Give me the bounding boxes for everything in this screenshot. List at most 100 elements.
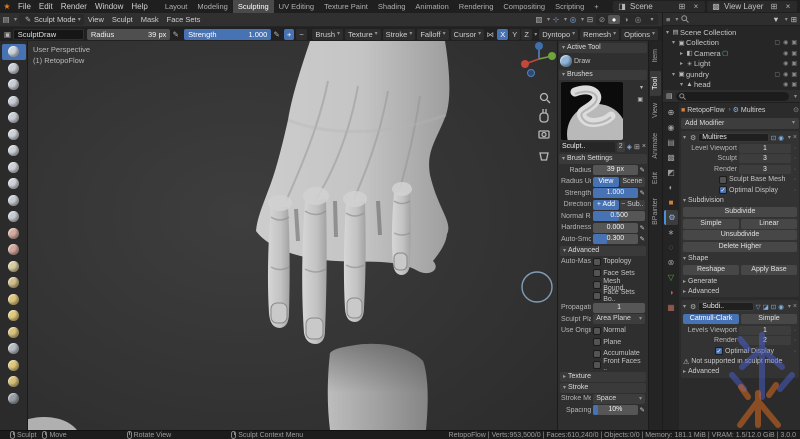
brushes-panel-header[interactable]: ▾Brushes — [559, 70, 647, 80]
head-render-icon[interactable]: ▣ — [791, 81, 797, 88]
direction-subtract-button[interactable]: − — [296, 29, 306, 40]
tool-draw-sharp[interactable] — [2, 61, 26, 77]
subsurf-optimal-display-checkbox[interactable]: ✓ — [715, 347, 723, 355]
active-tool-row[interactable]: Draw — [559, 53, 647, 69]
gundry-hide-icon[interactable]: ◉ — [783, 71, 788, 78]
camera-render-icon[interactable]: ▣ — [791, 50, 797, 57]
subsurf-collapse[interactable]: ▾ — [683, 303, 686, 310]
hardness-field[interactable]: 0.000 — [593, 223, 637, 233]
tab-output[interactable]: ▤ — [664, 135, 678, 150]
outliner-row-gundry[interactable]: ▾▣ gundry ▢◉▣ — [666, 69, 800, 80]
active-tool-panel-header[interactable]: ▾Active Tool — [559, 43, 647, 53]
sculpt-plane-dropdown[interactable]: Area Plane▾ — [593, 314, 645, 324]
outliner-row-camera[interactable]: ▸◧ Camera ▢ ◉▣ — [666, 48, 800, 59]
collection-exclude-checkbox[interactable]: ▢ — [774, 39, 780, 46]
menu-sculpt[interactable]: Sculpt — [108, 15, 137, 24]
tool-multiplane-scrape[interactable] — [2, 259, 26, 275]
workspace-tab-animation[interactable]: Animation — [410, 0, 453, 13]
render-level-field[interactable]: 3 — [739, 165, 791, 174]
stroke-dropdown[interactable]: Stroke▾ — [383, 29, 416, 40]
viewport-3d[interactable]: User Perspective (1) RetopoFlow — [28, 41, 557, 430]
brush-settings-panel-header[interactable]: ▾Brush Settings — [559, 154, 647, 164]
strength-pressure-icon[interactable]: ✎ — [271, 30, 282, 39]
brush-dropdown[interactable]: Brush▾ — [312, 29, 343, 40]
menu-edit[interactable]: Edit — [35, 2, 57, 11]
strength-slider[interactable]: Strength 1.000 — [184, 29, 271, 40]
tool-inflate[interactable] — [2, 143, 26, 159]
outliner-filter-icon[interactable]: ▼ — [772, 15, 779, 24]
mode-selector[interactable]: ✎ Sculpt Mode ▾ — [19, 14, 84, 25]
levels-viewport-field[interactable]: 1 — [739, 326, 791, 335]
xray-toggle-icon[interactable]: ⊟ — [584, 15, 596, 24]
tool-settings-icon[interactable]: ▧ — [533, 15, 545, 24]
cursor-dropdown[interactable]: Cursor▾ — [451, 29, 485, 40]
outliner-display-mode-icon[interactable]: ≡ — [666, 15, 670, 24]
face-sets-checkbox[interactable] — [593, 269, 601, 277]
menu-view[interactable]: View — [84, 15, 108, 24]
tool-clay-thumb[interactable] — [2, 110, 26, 126]
subsurf-realtime-toggle-icon[interactable]: ⊡ — [771, 303, 776, 311]
radius-slider[interactable]: Radius 39 px — [87, 29, 170, 40]
stroke-method-dropdown[interactable]: Space▾ — [593, 394, 645, 404]
sidebar-tab-edit[interactable]: Edit — [650, 166, 661, 190]
apply-base-button[interactable]: Apply Base — [741, 265, 797, 275]
falloff-dropdown[interactable]: Falloff▾ — [417, 29, 448, 40]
strength-pressure-icon[interactable]: ✎ — [640, 189, 645, 197]
tool-layer[interactable] — [2, 127, 26, 143]
breadcrumb-object[interactable]: RetopoFlow — [687, 107, 724, 114]
direction-add-button[interactable]: + — [284, 29, 294, 40]
tool-pose[interactable] — [2, 358, 26, 374]
front-faces-checkbox[interactable] — [593, 361, 601, 369]
tab-modifiers[interactable]: ⚙ — [664, 210, 678, 225]
brush-id-name[interactable]: Sculpt.. — [560, 142, 615, 152]
unsubdivide-button[interactable]: Unsubdivide — [683, 230, 797, 240]
unlink-scene-icon[interactable]: × — [690, 2, 702, 11]
multires-extras-chevron[interactable]: ▾ — [788, 134, 791, 141]
tab-constraints[interactable]: ⊗ — [664, 255, 678, 270]
light-hide-icon[interactable]: ◉ — [783, 60, 788, 67]
tool-pinch[interactable] — [2, 275, 26, 291]
tab-render[interactable]: ◉ — [664, 120, 678, 135]
topology-checkbox[interactable] — [593, 258, 601, 266]
subsurf-render-field[interactable]: 2 — [739, 336, 791, 345]
normal-radius-field[interactable]: 0.500 — [593, 211, 645, 221]
optimal-display-checkbox[interactable]: ✓ — [719, 186, 727, 194]
tab-texture[interactable]: ▦ — [664, 300, 678, 315]
workspace-tab-texture-paint[interactable]: Texture Paint — [319, 0, 373, 13]
menu-render[interactable]: Render — [57, 2, 91, 11]
outliner-row-light[interactable]: ▸☀ Light ◉▣ — [666, 59, 800, 70]
outliner-row-scene-collection[interactable]: ▾▤ Scene Collection — [666, 27, 800, 38]
multires-advanced-subpanel-header[interactable]: ▸Advanced — [683, 286, 797, 296]
level-viewport-field[interactable]: 1 — [739, 144, 791, 153]
mirror-x-button[interactable]: X — [497, 29, 508, 40]
outliner-row-head[interactable]: ▾▲ head ◉▣ — [666, 80, 800, 91]
tab-tool[interactable]: ⊕ — [664, 105, 678, 120]
gizmo-x-axis[interactable] — [521, 60, 529, 68]
gizmo-y-axis[interactable] — [548, 52, 556, 60]
tool-mask[interactable] — [2, 391, 26, 407]
tab-physics[interactable]: ◌ — [664, 240, 678, 255]
autosmooth-pressure-icon[interactable]: ✎ — [640, 235, 645, 243]
accumulate-checkbox[interactable] — [593, 350, 601, 358]
original-plane-checkbox[interactable] — [593, 338, 601, 346]
collection-render-icon[interactable]: ▣ — [791, 39, 797, 46]
outliner-search-icon[interactable] — [681, 15, 689, 23]
radius-unit-scene[interactable]: Scene — [620, 177, 645, 187]
duplicate-brush-icon[interactable]: ⊞ — [634, 143, 640, 151]
brush-user-count[interactable]: 2 — [617, 142, 625, 152]
simple-button[interactable]: Simple — [741, 314, 797, 324]
menu-file[interactable]: File — [14, 2, 35, 11]
shading-wireframe-icon[interactable]: ⊘ — [596, 15, 608, 24]
tool-clay-strips[interactable] — [2, 94, 26, 110]
radius-pressure-icon[interactable]: ✎ — [640, 166, 645, 174]
remove-view-layer-icon[interactable]: × — [782, 2, 794, 11]
tool-scrape[interactable] — [2, 242, 26, 258]
sculpt-base-mesh-checkbox[interactable] — [719, 176, 727, 184]
tool-grab[interactable] — [2, 292, 26, 308]
shading-material-icon[interactable]: ◑ — [620, 15, 632, 24]
subdivide-button[interactable]: Subdivide — [683, 207, 797, 217]
tool-crease[interactable] — [2, 176, 26, 192]
subsurf-advanced-subpanel-header[interactable]: ▸Advanced — [683, 367, 797, 377]
multires-render-toggle-icon[interactable]: ◉ — [778, 134, 784, 142]
subdivide-simple-button[interactable]: Simple — [683, 219, 739, 229]
